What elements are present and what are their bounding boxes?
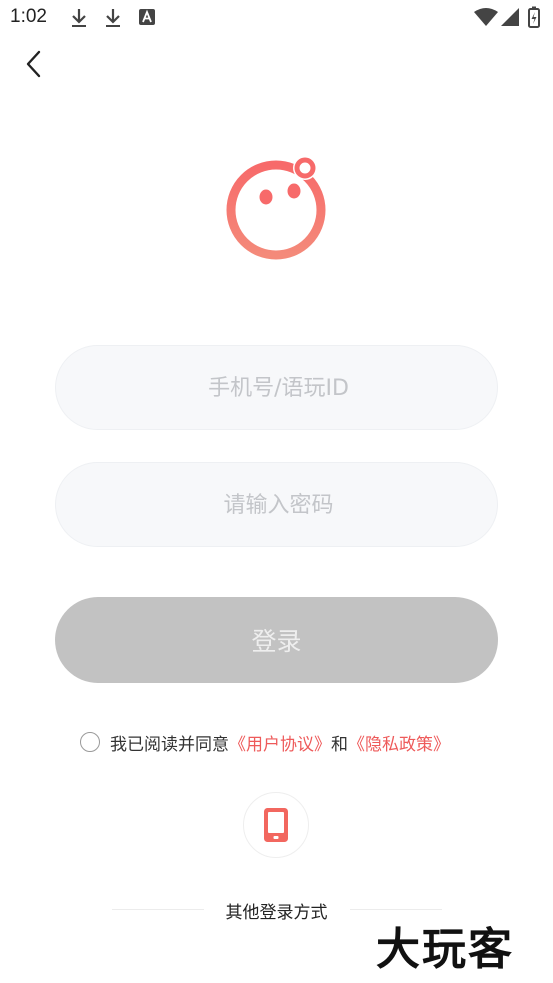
wifi-icon [474,8,498,26]
phone-icon [264,808,288,842]
signal-icon [501,8,519,26]
login-button-label: 登录 [251,627,302,656]
notification-a-icon [139,9,155,25]
divider-right [350,909,442,910]
password-field[interactable] [55,462,501,548]
app-logo-icon [226,156,326,260]
phone-id-field[interactable] [55,345,501,431]
agreement-and: 和 [331,734,348,755]
phone-login-button[interactable] [243,792,309,858]
chevron-left-icon [26,50,41,78]
phone-id-input[interactable] [56,346,501,431]
privacy-policy-link[interactable]: 《隐私政策》 [348,730,450,755]
password-input[interactable] [56,463,501,548]
battery-icon [528,6,540,28]
status-bar: 1:02 [0,0,553,36]
back-button[interactable] [20,46,50,82]
status-time: 1:02 [10,6,47,27]
agreement-checkbox[interactable] [80,732,100,752]
agreement-row: 我已阅读并同意 《用户协议》 和 《隐私政策》 [80,729,450,755]
user-agreement-link[interactable]: 《用户协议》 [229,730,331,755]
agreement-prefix: 我已阅读并同意 [110,734,229,755]
download-icon [106,9,120,27]
watermark: 大玩客 [376,924,514,975]
login-button[interactable]: 登录 [55,597,498,683]
download-icon [72,9,86,27]
